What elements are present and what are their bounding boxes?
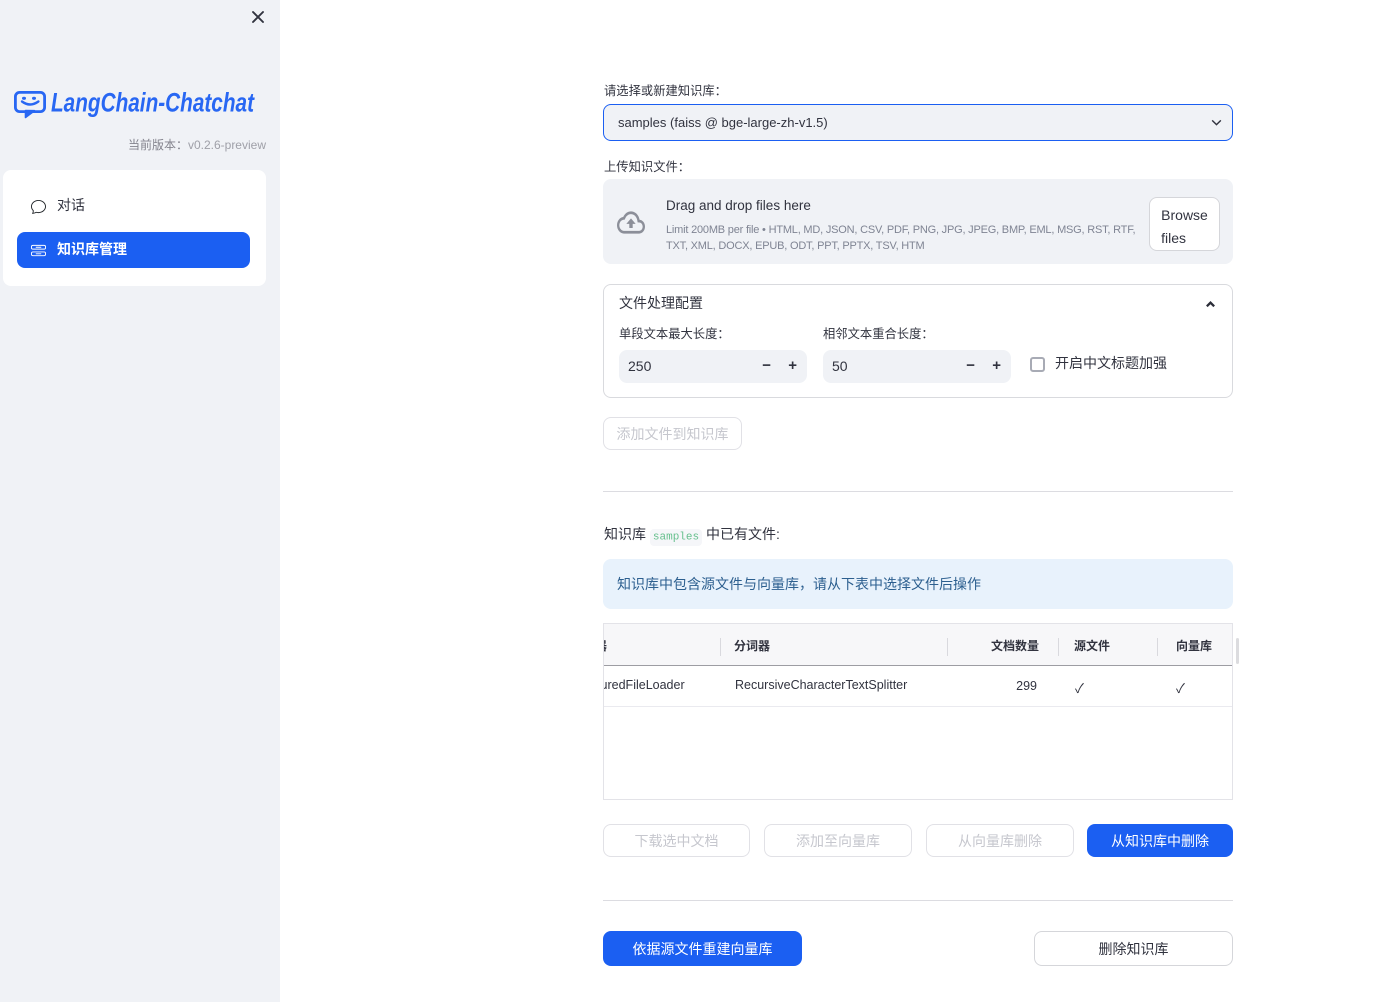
svg-text:LangChain-Chatchat: LangChain-Chatchat: [51, 88, 255, 118]
